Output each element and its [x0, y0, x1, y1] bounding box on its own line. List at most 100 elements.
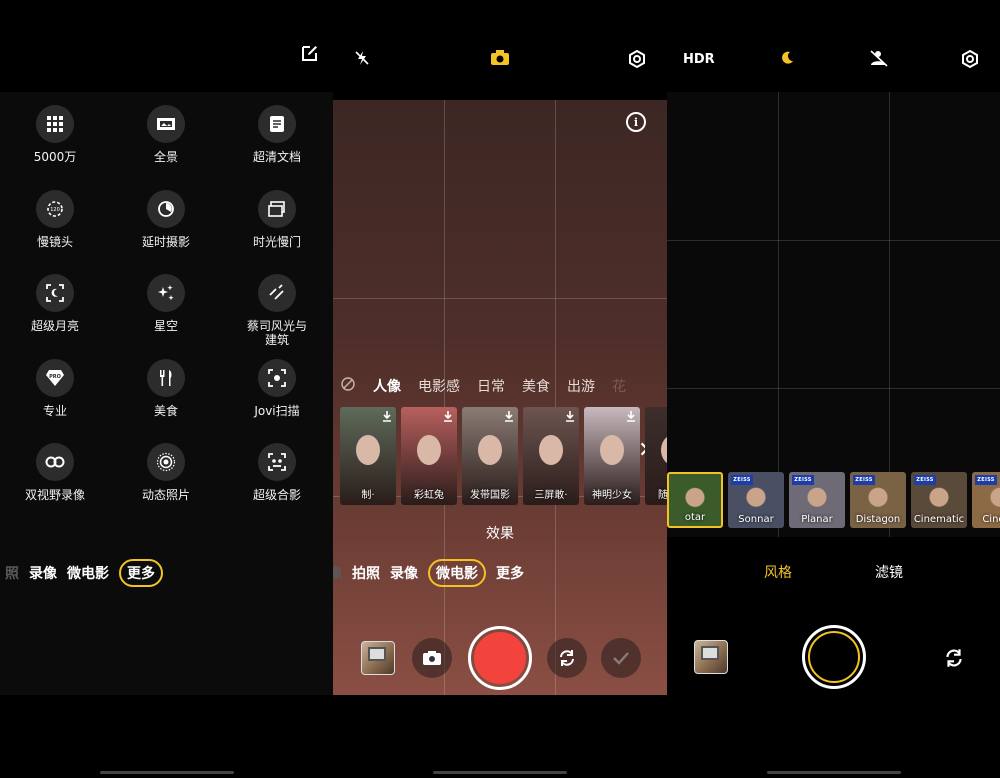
- mode-tile[interactable]: 超清文档: [227, 105, 327, 164]
- pro-icon: PRO: [36, 359, 74, 397]
- camera-switch-icon[interactable]: [488, 48, 512, 72]
- mode-tile[interactable]: 120 慢镜头: [5, 190, 105, 249]
- template-label: 三屏敢·: [534, 490, 568, 501]
- gallery-thumbnail[interactable]: [361, 641, 395, 675]
- template-thumbnail[interactable]: 制·: [340, 407, 396, 505]
- viewfinder[interactable]: [667, 92, 1000, 537]
- download-icon: [383, 411, 391, 422]
- mode-more[interactable]: 更多: [496, 563, 524, 583]
- flash-off-icon[interactable]: [353, 49, 371, 71]
- mode-tile-label: 蔡司风光与 建筑: [246, 319, 307, 347]
- mode-tile-label: 双视野录像: [24, 488, 85, 502]
- style-thumbnail[interactable]: ZEISS Distagon: [850, 472, 906, 528]
- mode-portrait[interactable]: 像: [333, 563, 342, 583]
- check-icon[interactable]: [601, 638, 641, 678]
- none-icon[interactable]: [341, 377, 355, 395]
- settings-icon[interactable]: [627, 49, 647, 73]
- hdr-toggle[interactable]: HDR: [683, 52, 715, 67]
- mode-tile[interactable]: 5000万: [5, 105, 105, 164]
- mode-tile[interactable]: 时光慢门: [227, 190, 327, 249]
- photo-icon[interactable]: [412, 638, 452, 678]
- zeiss-logo: ZEISS: [731, 475, 753, 485]
- style-thumbnail[interactable]: ZEISS Planar: [789, 472, 845, 528]
- style-label: Distagon: [855, 514, 901, 525]
- template-label: 发带国影: [470, 490, 510, 501]
- category-daily[interactable]: 日常: [477, 376, 505, 396]
- group-photo-icon: [258, 443, 296, 481]
- gallery-thumbnail[interactable]: [694, 640, 728, 674]
- style-thumbnail[interactable]: ZEISS Sonnar: [728, 472, 784, 528]
- dual-view-icon: [36, 443, 74, 481]
- mode-micro-movie[interactable]: 微电影: [428, 559, 486, 587]
- mode-tile[interactable]: 超级月亮: [5, 274, 105, 333]
- mode-tile[interactable]: 美食: [116, 359, 216, 418]
- zeiss-logo: ZEISS: [792, 475, 814, 485]
- grid-icon: [36, 105, 74, 143]
- mode-tile-label: 时光慢门: [252, 235, 301, 249]
- style-label: Planar: [801, 514, 833, 525]
- settings-icon[interactable]: [960, 49, 980, 73]
- template-label: 彩虹兔: [414, 490, 444, 501]
- template-thumbnail[interactable]: 彩虹兔: [401, 407, 457, 505]
- viewfinder[interactable]: i ✕ 人像 电影感 日常 美食 出游 花 制·彩虹兔发带国影三屏敢·神明少女随…: [333, 100, 667, 695]
- food-icon: [147, 359, 185, 397]
- info-icon[interactable]: i: [626, 112, 646, 132]
- mode-tile-label: 5000万: [33, 150, 77, 164]
- record-button[interactable]: [468, 626, 532, 690]
- template-thumbnail[interactable]: 神明少女: [584, 407, 640, 505]
- mode-tile[interactable]: 超级合影: [227, 443, 327, 502]
- mode-tile-label: 动态照片: [141, 488, 190, 502]
- switch-camera-icon[interactable]: [547, 638, 587, 678]
- mode-tile[interactable]: PRO 专业: [5, 359, 105, 418]
- mode-tile-label: 星空: [153, 319, 178, 333]
- tab-style[interactable]: 风格: [764, 562, 792, 582]
- style-thumbnail[interactable]: ZEISS Cine-fl·: [972, 472, 1000, 528]
- zeiss-logo: ZEISS: [975, 475, 997, 485]
- mode-video[interactable]: 录像: [29, 563, 57, 583]
- tab-filter[interactable]: 滤镜: [875, 562, 903, 582]
- mode-tile-label: 美食: [153, 404, 178, 418]
- download-icon: [444, 411, 452, 422]
- live-photo-icon: [147, 443, 185, 481]
- style-thumbnail[interactable]: otar: [667, 472, 723, 528]
- mode-tile[interactable]: 双视野录像: [5, 443, 105, 502]
- switch-camera-icon[interactable]: [943, 647, 965, 673]
- mode-tile-label: 延时摄影: [141, 235, 190, 249]
- category-flower[interactable]: 花: [612, 376, 626, 396]
- category-travel[interactable]: 出游: [567, 376, 595, 396]
- person-off-icon[interactable]: [869, 49, 889, 71]
- slow-shutter-icon: [258, 190, 296, 228]
- home-indicator: [100, 771, 234, 774]
- mode-more[interactable]: 更多: [119, 559, 163, 587]
- night-icon[interactable]: [779, 50, 795, 70]
- shutter-button[interactable]: [802, 625, 866, 689]
- mode-tile[interactable]: Jovi扫描: [227, 359, 327, 418]
- template-thumbnail[interactable]: 三屏敢·: [523, 407, 579, 505]
- style-list: otar ZEISS Sonnar ZEISS Planar ZEISS Distagon Z…: [667, 472, 1000, 528]
- style-thumbnail[interactable]: ZEISS Cinematic: [911, 472, 967, 528]
- download-icon: [566, 411, 574, 422]
- timelapse-icon: [147, 190, 185, 228]
- mode-micro-movie[interactable]: 微电影: [67, 563, 109, 583]
- category-cinematic[interactable]: 电影感: [418, 376, 460, 396]
- effect-label: 效果: [486, 526, 514, 542]
- mode-video[interactable]: 录像: [390, 563, 418, 583]
- edit-icon[interactable]: [300, 43, 320, 63]
- mode-tile[interactable]: 延时摄影: [116, 190, 216, 249]
- template-thumbnail[interactable]: 发带国影: [462, 407, 518, 505]
- document-icon: [258, 105, 296, 143]
- mode-tile-label: 超级月亮: [30, 319, 79, 333]
- template-thumbnail[interactable]: 随性艺: [645, 407, 667, 505]
- mode-tile[interactable]: 动态照片: [116, 443, 216, 502]
- mode-tile-label: Jovi扫描: [254, 404, 300, 418]
- mode-tile[interactable]: 蔡司风光与 建筑: [227, 274, 327, 347]
- category-food[interactable]: 美食: [522, 376, 550, 396]
- mode-photo[interactable]: 照: [5, 563, 19, 583]
- mode-tile[interactable]: 星空: [116, 274, 216, 333]
- slow-motion-icon: 120: [36, 190, 74, 228]
- mode-photo[interactable]: 拍照: [352, 563, 380, 583]
- mode-tile-label: 超清文档: [252, 150, 301, 164]
- category-portrait[interactable]: 人像: [373, 376, 401, 396]
- home-indicator: [767, 771, 901, 774]
- mode-tile[interactable]: 全景: [116, 105, 216, 164]
